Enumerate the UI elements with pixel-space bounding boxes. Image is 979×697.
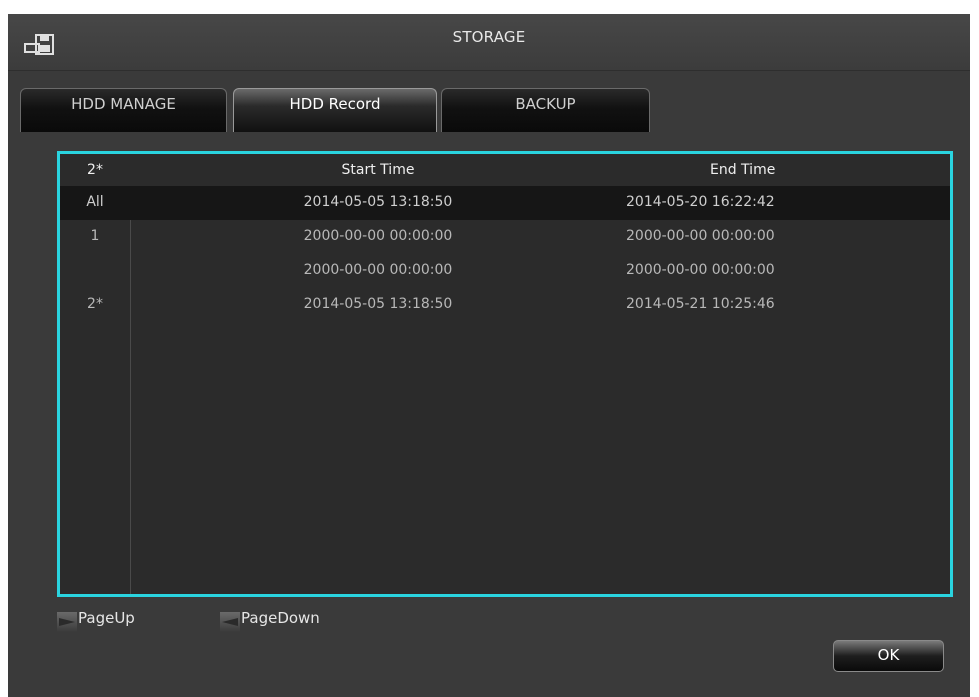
tab-hdd-manage[interactable]: HDD MANAGE bbox=[20, 88, 227, 132]
table-header: 2* Start Time End Time bbox=[60, 154, 950, 187]
record-table: 2* Start Time End Time All 2014-05-05 13… bbox=[57, 151, 953, 597]
table-row[interactable]: 2000-00-00 00:00:00 2000-00-00 00:00:00 bbox=[60, 254, 950, 288]
page-down-label: PageDown bbox=[241, 609, 320, 627]
row-end-time: 2000-00-00 00:00:00 bbox=[626, 262, 775, 278]
title-bar: STORAGE bbox=[8, 14, 970, 71]
page-down-button[interactable]: PageDown bbox=[220, 607, 320, 633]
table-row[interactable]: All 2014-05-05 13:18:50 2014-05-20 16:22… bbox=[60, 186, 950, 220]
row-disk: 1 bbox=[90, 228, 100, 244]
row-start-time: 2000-00-00 00:00:00 bbox=[303, 228, 453, 244]
storage-window: STORAGE HDD MANAGE HDD Record BACKUP 2* … bbox=[8, 14, 970, 697]
page-down-icon bbox=[220, 612, 240, 632]
row-start-time: 2014-05-05 13:18:50 bbox=[303, 296, 453, 312]
row-start-time: 2000-00-00 00:00:00 bbox=[303, 262, 453, 278]
row-disk: All bbox=[86, 194, 104, 210]
header-disk[interactable]: 2* bbox=[60, 154, 130, 186]
table-row[interactable]: 1 2000-00-00 00:00:00 2000-00-00 00:00:0… bbox=[60, 220, 950, 254]
tab-backup[interactable]: BACKUP bbox=[441, 88, 650, 132]
row-end-time: 2014-05-21 10:25:46 bbox=[626, 296, 775, 312]
row-disk: 2* bbox=[87, 296, 103, 312]
row-disk bbox=[60, 254, 130, 288]
page-up-button[interactable]: PageUp bbox=[57, 607, 135, 633]
page-up-icon bbox=[57, 612, 77, 632]
window-title: STORAGE bbox=[452, 28, 526, 46]
tab-hdd-record[interactable]: HDD Record bbox=[233, 88, 437, 132]
header-end-time: End Time bbox=[710, 162, 776, 178]
row-end-time: 2000-00-00 00:00:00 bbox=[626, 228, 775, 244]
ok-button[interactable]: OK bbox=[833, 640, 944, 672]
row-start-time: 2014-05-05 13:18:50 bbox=[303, 194, 453, 210]
row-end-time: 2014-05-20 16:22:42 bbox=[626, 194, 775, 210]
page-up-label: PageUp bbox=[78, 609, 135, 627]
header-start-time: Start Time bbox=[341, 162, 415, 178]
table-row[interactable]: 2* 2014-05-05 13:18:50 2014-05-21 10:25:… bbox=[60, 288, 950, 322]
